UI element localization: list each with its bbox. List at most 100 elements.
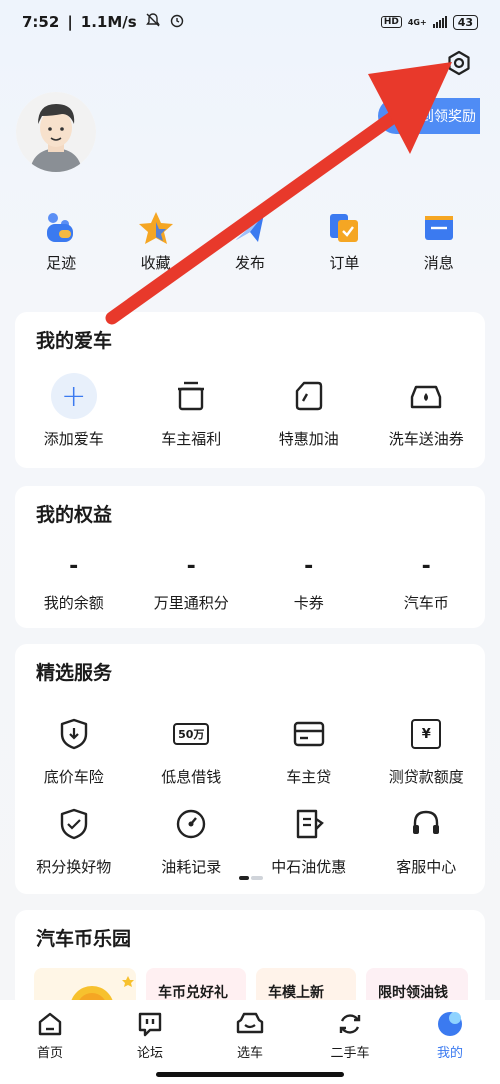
quick-action-favorite[interactable]: 收藏 xyxy=(116,210,196,290)
pill-label: 限时领油钱 xyxy=(378,985,448,1001)
page-indicator xyxy=(239,876,263,880)
benefit-car-coins[interactable]: - 汽车币 xyxy=(371,552,481,613)
benefit-coupons[interactable]: - 卡券 xyxy=(254,552,364,613)
service-owner-loan[interactable]: 车主贷 xyxy=(254,714,364,787)
signin-label: 签到领奖励 xyxy=(406,109,476,125)
benefit-value: - xyxy=(186,554,196,579)
fuel-discount-button[interactable]: 特惠加油 xyxy=(254,376,364,449)
gear-icon xyxy=(448,50,470,76)
benefits-card: 我的权益 - 我的余额 - 万里通积分 - 卡券 - 汽车币 xyxy=(15,486,485,628)
status-speed: 1.1M/s xyxy=(80,13,137,31)
tab-label: 我的 xyxy=(436,1046,463,1061)
service-petrochina[interactable]: 中石油优惠 xyxy=(254,804,364,877)
headset-icon xyxy=(413,810,440,834)
benefit-label: 我的余额 xyxy=(43,594,104,612)
cell-label: 测贷款额度 xyxy=(388,768,464,786)
tab-home[interactable]: 首页 xyxy=(10,1010,90,1084)
quick-action-label: 消息 xyxy=(423,254,454,272)
tab-label: 论坛 xyxy=(136,1046,163,1061)
quick-action-label: 订单 xyxy=(329,254,360,272)
service-points-exchange[interactable]: 积分换好物 xyxy=(19,804,129,877)
benefit-points[interactable]: - 万里通积分 xyxy=(136,552,246,613)
order-icon xyxy=(330,214,359,242)
quick-action-publish[interactable]: 发布 xyxy=(210,210,290,290)
cell-label: 低息借钱 xyxy=(161,768,222,786)
cell-label: 添加爱车 xyxy=(43,430,104,448)
home-indicator xyxy=(156,1072,344,1077)
profile-icon xyxy=(438,1012,462,1036)
benefit-value: - xyxy=(69,554,79,579)
benefit-value: - xyxy=(304,554,314,579)
cell-label: 油耗记录 xyxy=(161,858,222,876)
status-time: 7:52 xyxy=(22,13,60,31)
50-wan-icon: 50万 xyxy=(173,723,210,745)
tab-label: 首页 xyxy=(36,1046,63,1061)
star-icon xyxy=(138,212,173,244)
benefit-label: 万里通积分 xyxy=(153,594,229,612)
network-label: 4G+ xyxy=(407,17,427,27)
quick-action-label: 足迹 xyxy=(46,254,77,272)
services-card: 精选服务 底价车险 50万 低息借钱 车主贷 ¥ 测贷款额度 积分换好物 油耗记… xyxy=(15,644,485,894)
forum-icon xyxy=(138,1012,162,1037)
cell-label: 洗车送油券 xyxy=(388,430,464,448)
hd-badge: HD xyxy=(380,16,402,28)
tab-mine[interactable]: 我的 xyxy=(410,1010,490,1084)
quick-action-label: 发布 xyxy=(234,254,265,272)
cell-label: 车主贷 xyxy=(286,768,332,786)
battery-icon: 43 xyxy=(452,14,478,30)
quick-action-label: 收藏 xyxy=(140,254,171,272)
benefit-label: 汽车币 xyxy=(403,594,449,612)
owner-welfare-button[interactable]: 车主福利 xyxy=(136,376,246,449)
plus-icon: + xyxy=(50,373,97,419)
signin-reward-button[interactable]: 签到领奖励 xyxy=(378,98,480,134)
cell-label: 客服中心 xyxy=(396,858,457,876)
quick-action-footprint[interactable]: 足迹 xyxy=(21,210,101,290)
message-icon xyxy=(424,216,453,240)
benefit-balance[interactable]: - 我的余额 xyxy=(19,552,129,613)
service-insurance[interactable]: 底价车险 xyxy=(19,714,129,787)
icon-badge: ¥ xyxy=(421,726,431,742)
gauge-icon xyxy=(177,809,206,839)
add-car-button[interactable]: + 添加爱车 xyxy=(19,373,129,449)
receipt-icon xyxy=(296,809,324,839)
cell-label: 特惠加油 xyxy=(278,430,339,448)
cell-label: 积分换好物 xyxy=(36,858,112,876)
shield-check-icon xyxy=(60,808,87,840)
mute-icon xyxy=(145,12,161,32)
quick-actions: 足迹 收藏 发布 订单 消息 xyxy=(0,210,500,290)
quick-action-order[interactable]: 订单 xyxy=(304,210,384,290)
car-icon xyxy=(236,1012,264,1034)
service-customer-center[interactable]: 客服中心 xyxy=(371,804,481,877)
car-wash-icon xyxy=(411,385,442,409)
settings-button[interactable] xyxy=(442,46,476,80)
cell-label: 底价车险 xyxy=(43,768,104,786)
alarm-icon xyxy=(169,12,185,32)
service-loan-quota[interactable]: ¥ 测贷款额度 xyxy=(371,714,481,787)
gift-box-icon xyxy=(178,381,205,411)
shield-down-icon xyxy=(60,718,87,750)
benefit-value: - xyxy=(421,554,431,579)
avatar[interactable] xyxy=(16,92,96,172)
service-fuel-record[interactable]: 油耗记录 xyxy=(136,804,246,877)
quick-action-message[interactable]: 消息 xyxy=(399,210,479,290)
signal-icon xyxy=(432,16,447,28)
tab-label: 二手车 xyxy=(330,1046,370,1061)
car-wash-button[interactable]: 洗车送油券 xyxy=(371,376,481,449)
section-title: 我的爱车 xyxy=(36,330,113,352)
card-icon xyxy=(293,721,324,747)
section-title: 精选服务 xyxy=(36,662,113,684)
tab-label: 选车 xyxy=(236,1046,263,1061)
status-bar: 7:52 | 1.1M/s HD 4G+ 43 xyxy=(0,0,500,44)
cell-label: 车主福利 xyxy=(161,430,222,448)
paper-plane-icon xyxy=(235,214,264,242)
footprint-icon xyxy=(47,213,74,242)
section-title: 我的权益 xyxy=(36,504,113,526)
battery-level: 43 xyxy=(457,15,473,29)
my-car-card: 我的爱车 + 添加爱车 车主福利 特惠加油 洗车送油券 xyxy=(15,312,485,468)
service-loan[interactable]: 50万 低息借钱 xyxy=(136,714,246,787)
fuel-can-icon xyxy=(295,381,322,411)
calendar-yuan-icon: ¥ xyxy=(411,719,442,749)
pill-label: 车币兑好礼 xyxy=(158,985,228,1001)
pill-label: 车模上新 xyxy=(268,985,324,1001)
cell-label: 中石油优惠 xyxy=(271,858,347,876)
